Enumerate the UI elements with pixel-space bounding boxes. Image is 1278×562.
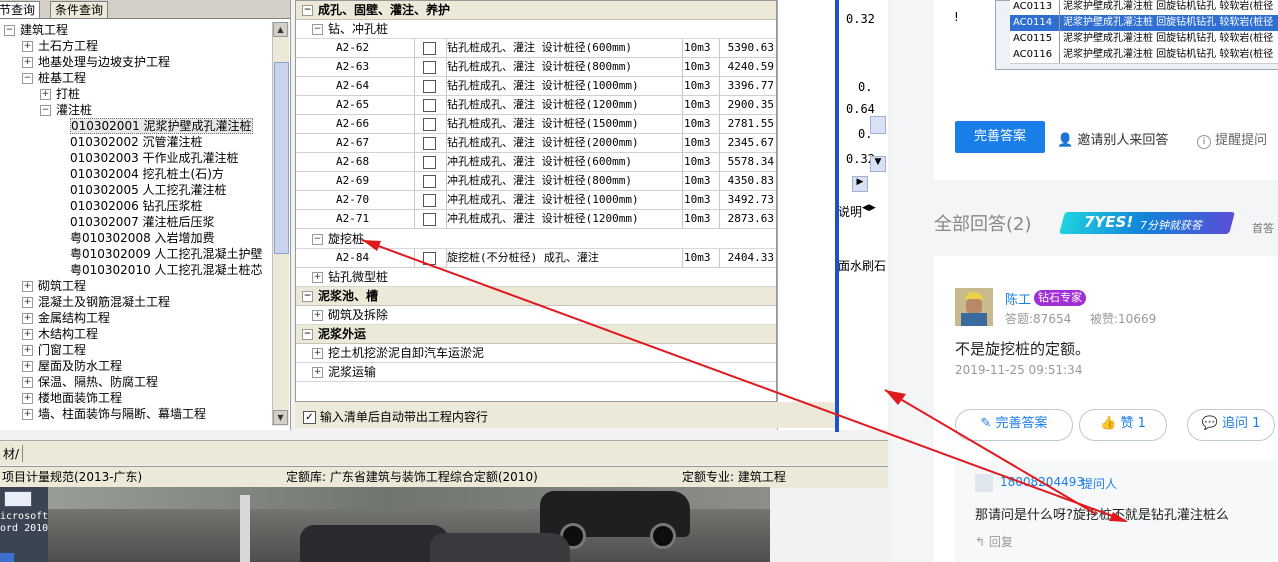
annotation-arrow — [361, 239, 1128, 522]
